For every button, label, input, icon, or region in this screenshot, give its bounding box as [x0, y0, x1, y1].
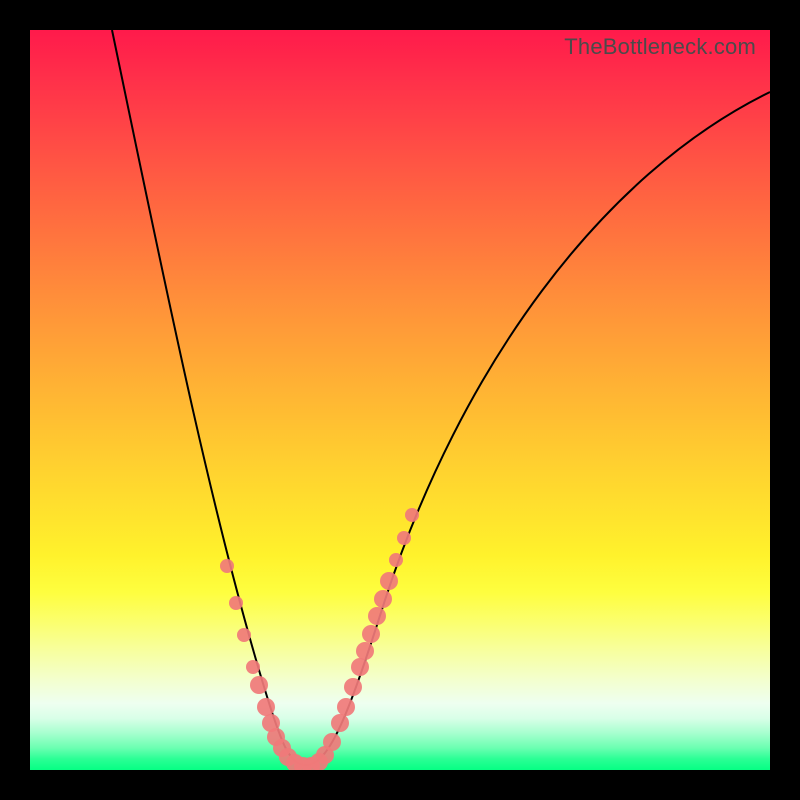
curve-dot: [257, 698, 275, 716]
curve-dot: [405, 508, 419, 522]
curve-dot: [356, 642, 374, 660]
curve-dot: [323, 733, 341, 751]
curve-dot: [389, 553, 403, 567]
bottleneck-curve: [112, 30, 770, 765]
chart-svg: [30, 30, 770, 770]
curve-dot: [351, 658, 369, 676]
curve-dot: [362, 625, 380, 643]
curve-dot: [344, 678, 362, 696]
curve-dot: [237, 628, 251, 642]
curve-dot: [397, 531, 411, 545]
curve-dot: [229, 596, 243, 610]
curve-dot: [374, 590, 392, 608]
curve-dot: [250, 676, 268, 694]
curve-dot: [246, 660, 260, 674]
curve-dot: [380, 572, 398, 590]
curve-dot: [337, 698, 355, 716]
curve-dot: [368, 607, 386, 625]
chart-frame: TheBottleneck.com: [0, 0, 800, 800]
curve-dot: [220, 559, 234, 573]
curve-dot: [331, 714, 349, 732]
plot-area: TheBottleneck.com: [30, 30, 770, 770]
